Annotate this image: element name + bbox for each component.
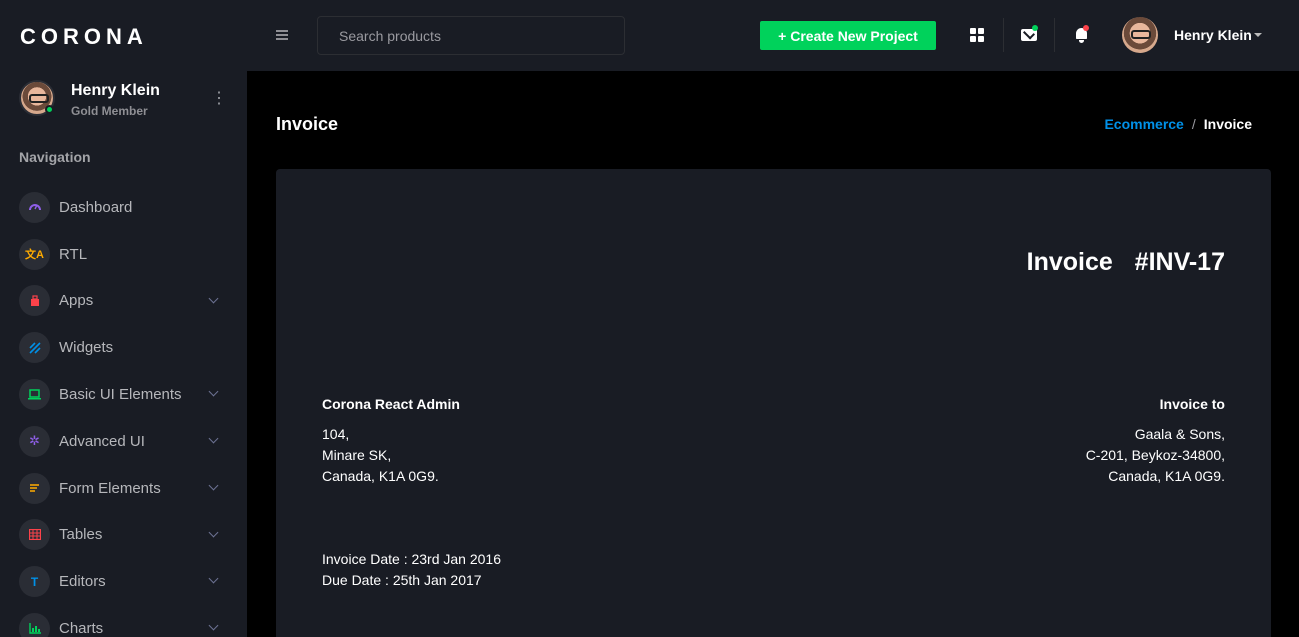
sidebar-item-label: Dashboard bbox=[59, 198, 133, 216]
translate-icon: 文A bbox=[19, 238, 50, 270]
sidebar-item-label: Form Elements bbox=[59, 479, 161, 497]
sidebar-item-form-elements[interactable]: Form Elements bbox=[0, 465, 247, 512]
settings-icon: ✲ bbox=[19, 425, 50, 457]
chevron-down-icon bbox=[208, 480, 219, 491]
invoice-title: Invoice #INV-17 bbox=[1026, 248, 1225, 276]
sidebar-item-label: Editors bbox=[59, 573, 106, 591]
sidebar-item-basic-ui[interactable]: Basic UI Elements bbox=[0, 371, 247, 418]
breadcrumb-link-ecommerce[interactable]: Ecommerce bbox=[1104, 116, 1183, 132]
search-input[interactable] bbox=[317, 16, 625, 55]
user-name[interactable]: Henry Klein bbox=[1174, 27, 1252, 43]
online-status-dot bbox=[45, 105, 54, 114]
page-title: Invoice bbox=[276, 114, 339, 134]
table-icon bbox=[19, 519, 50, 551]
sidebar-nav: Dashboard 文A RTL Apps Widgets Basic UI E… bbox=[0, 184, 247, 637]
breadcrumb: Ecommerce / Invoice bbox=[1104, 116, 1252, 132]
sidebar-item-advanced-ui[interactable]: ✲ Advanced UI bbox=[0, 418, 247, 465]
avatar bbox=[19, 80, 55, 116]
breadcrumb-separator: / bbox=[1191, 116, 1196, 132]
sidebar-item-editors[interactable]: T Editors bbox=[0, 558, 247, 605]
invoice-card: Invoice #INV-17 Corona React Admin 104, … bbox=[276, 169, 1271, 637]
sidebar-item-label: Basic UI Elements bbox=[59, 386, 182, 404]
breadcrumb-current: Invoice bbox=[1203, 116, 1252, 132]
sidebar-item-widgets[interactable]: Widgets bbox=[0, 324, 247, 371]
from-heading: Corona React Admin bbox=[322, 396, 460, 412]
avatar[interactable] bbox=[1122, 17, 1158, 53]
sidebar-item-label: Charts bbox=[59, 620, 104, 637]
sidebar-item-label: RTL bbox=[59, 245, 88, 263]
widgets-icon bbox=[19, 332, 50, 364]
apps-icon bbox=[19, 285, 50, 317]
invoice-to: Invoice to Gaala & Sons, C-201, Beykoz-3… bbox=[1086, 394, 1225, 487]
notification-badge bbox=[1083, 25, 1089, 31]
due-date: Due Date : 25th Jan 2017 bbox=[322, 572, 482, 588]
divider bbox=[1003, 18, 1004, 52]
chevron-down-icon bbox=[208, 433, 219, 444]
chevron-down-icon bbox=[208, 573, 219, 584]
invoice-from: Corona React Admin 104, Minare SK, Canad… bbox=[322, 394, 460, 487]
to-line: Canada, K1A 0G9. bbox=[1108, 468, 1225, 484]
chart-icon bbox=[19, 613, 50, 637]
sidebar-item-apps[interactable]: Apps bbox=[0, 278, 247, 325]
sidebar-item-tables[interactable]: Tables bbox=[0, 512, 247, 559]
sidebar-item-label: Apps bbox=[59, 292, 94, 310]
brand-logo[interactable]: CORONA bbox=[20, 24, 148, 50]
to-heading: Invoice to bbox=[1159, 396, 1225, 412]
sidebar-item-label: Tables bbox=[59, 526, 103, 544]
invoice-dates: Invoice Date : 23rd Jan 2016 Due Date : … bbox=[322, 549, 501, 591]
chevron-down-icon bbox=[208, 620, 219, 631]
caret-down-icon[interactable] bbox=[1254, 33, 1262, 37]
mail-badge bbox=[1032, 25, 1038, 31]
speedometer-icon bbox=[19, 191, 50, 223]
to-line: C-201, Beykoz-34800, bbox=[1085, 447, 1225, 463]
chevron-down-icon bbox=[208, 527, 219, 538]
from-line: Canada, K1A 0G9. bbox=[322, 468, 439, 484]
apps-grid-icon[interactable] bbox=[964, 22, 990, 48]
invoice-date: Invoice Date : 23rd Jan 2016 bbox=[322, 551, 502, 567]
form-icon bbox=[19, 472, 50, 504]
bell-icon[interactable] bbox=[1068, 22, 1094, 48]
chevron-down-icon bbox=[208, 293, 219, 304]
sidebar-profile: Henry Klein Gold Member ⋮ bbox=[19, 80, 229, 120]
divider bbox=[1054, 18, 1055, 52]
profile-role: Gold Member bbox=[71, 104, 148, 118]
profile-name: Henry Klein bbox=[71, 82, 160, 99]
text-icon: T bbox=[19, 566, 50, 598]
laptop-icon bbox=[19, 379, 50, 411]
from-line: Minare SK, bbox=[322, 447, 392, 463]
menu-toggle-icon[interactable] bbox=[276, 30, 288, 40]
from-line: 104, bbox=[322, 426, 350, 442]
to-line: Gaala & Sons, bbox=[1134, 426, 1225, 442]
mail-icon[interactable] bbox=[1016, 22, 1042, 48]
topbar: + Create New Project Henry Klein bbox=[247, 0, 1299, 71]
chevron-down-icon bbox=[208, 386, 219, 397]
sidebar-item-rtl[interactable]: 文A RTL bbox=[0, 231, 247, 278]
sidebar: CORONA Henry Klein Gold Member ⋮ Navigat… bbox=[0, 0, 247, 637]
kebab-menu-icon[interactable]: ⋮ bbox=[209, 90, 229, 110]
sidebar-item-label: Widgets bbox=[59, 339, 114, 357]
sidebar-item-charts[interactable]: Charts bbox=[0, 605, 247, 637]
nav-title: Navigation bbox=[19, 149, 91, 165]
sidebar-item-label: Advanced UI bbox=[59, 432, 145, 450]
sidebar-item-dashboard[interactable]: Dashboard bbox=[0, 184, 247, 231]
create-project-button[interactable]: + Create New Project bbox=[760, 21, 936, 50]
